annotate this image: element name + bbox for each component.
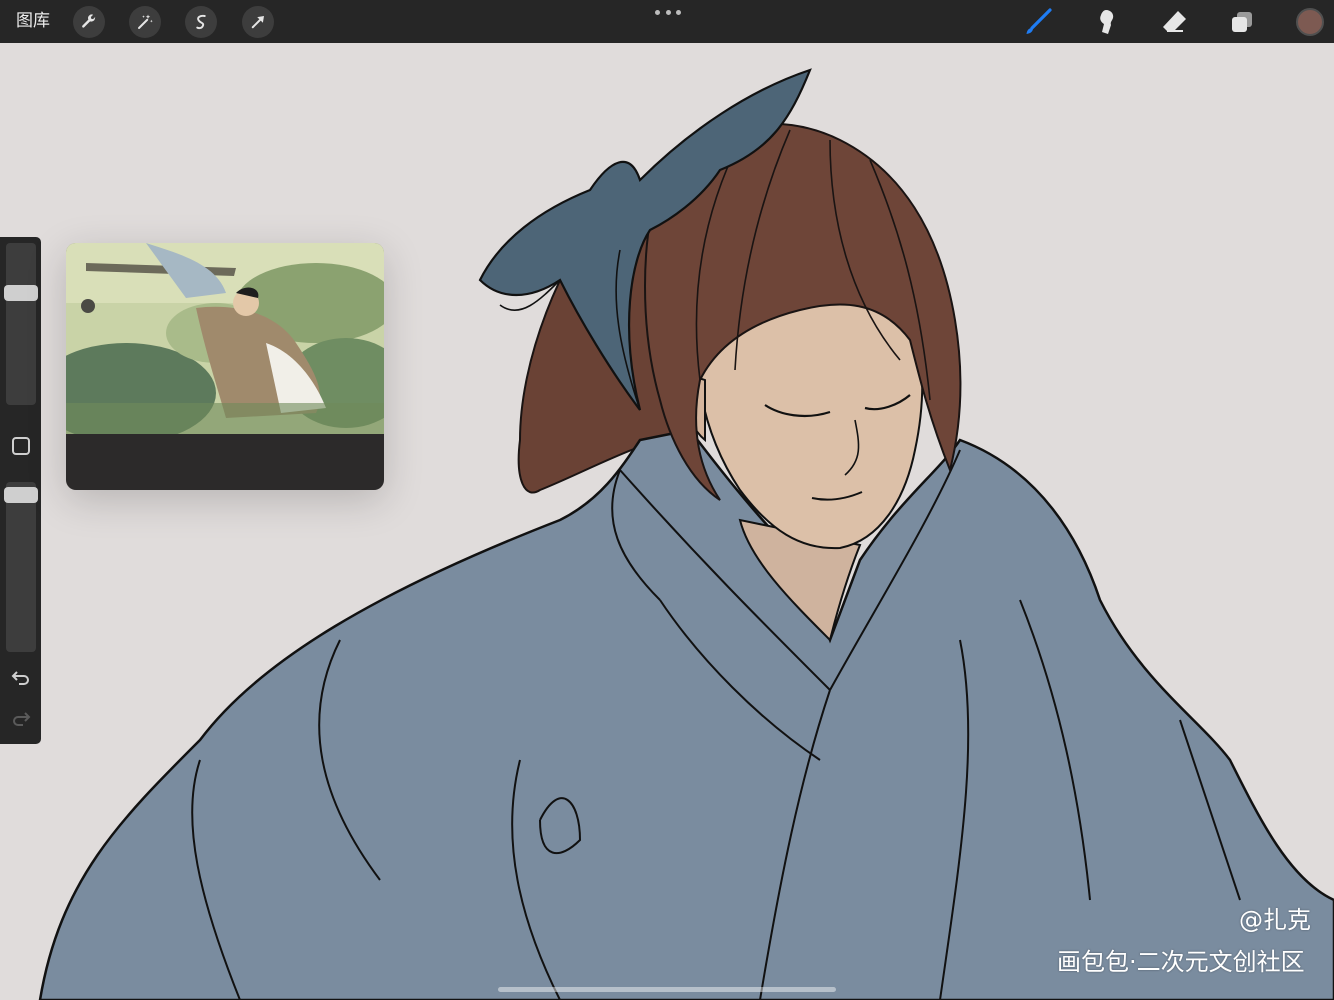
more-options-dots-icon[interactable] — [655, 6, 681, 18]
brush-size-thumb[interactable] — [4, 285, 38, 301]
smudge-icon — [1100, 10, 1114, 34]
drawing-canvas[interactable] — [0, 43, 1334, 1000]
brush-button[interactable] — [1022, 6, 1054, 38]
opacity-thumb[interactable] — [4, 487, 38, 503]
brush-size-slider[interactable] — [6, 243, 36, 405]
home-indicator[interactable] — [498, 987, 836, 992]
redo-icon — [13, 712, 31, 726]
undo-button[interactable] — [9, 665, 33, 689]
color-picker-button[interactable] — [1296, 8, 1324, 36]
adjustments-wand-button[interactable] — [129, 6, 161, 38]
undo-icon — [11, 671, 29, 685]
reference-painting — [66, 243, 384, 434]
selection-icon — [196, 14, 206, 30]
transform-button[interactable] — [242, 6, 274, 38]
actions-wrench-button[interactable] — [73, 6, 105, 38]
gallery-button[interactable]: 图库 — [16, 10, 50, 32]
opacity-slider[interactable] — [6, 482, 36, 652]
watermark-site: 画包包·二次元文创社区 — [1057, 948, 1305, 976]
left-sidebar — [0, 237, 41, 744]
transform-arrow-icon — [251, 16, 264, 29]
redo-button[interactable] — [9, 706, 33, 730]
brush-icon — [1026, 8, 1052, 34]
top-toolbar: 图库 — [0, 0, 1334, 43]
modify-button[interactable] — [12, 437, 30, 455]
selection-button[interactable] — [185, 6, 217, 38]
layers-icon — [1232, 12, 1252, 32]
magic-wand-icon — [138, 14, 153, 29]
robe-body — [38, 428, 1334, 1000]
reference-window[interactable] — [66, 243, 384, 490]
layers-button[interactable] — [1226, 6, 1258, 38]
smudge-button[interactable] — [1090, 6, 1122, 38]
eraser-button[interactable] — [1158, 6, 1190, 38]
eraser-icon — [1163, 11, 1186, 32]
watermark-handle: @扎克 — [1239, 906, 1311, 934]
wrench-icon — [82, 14, 96, 28]
